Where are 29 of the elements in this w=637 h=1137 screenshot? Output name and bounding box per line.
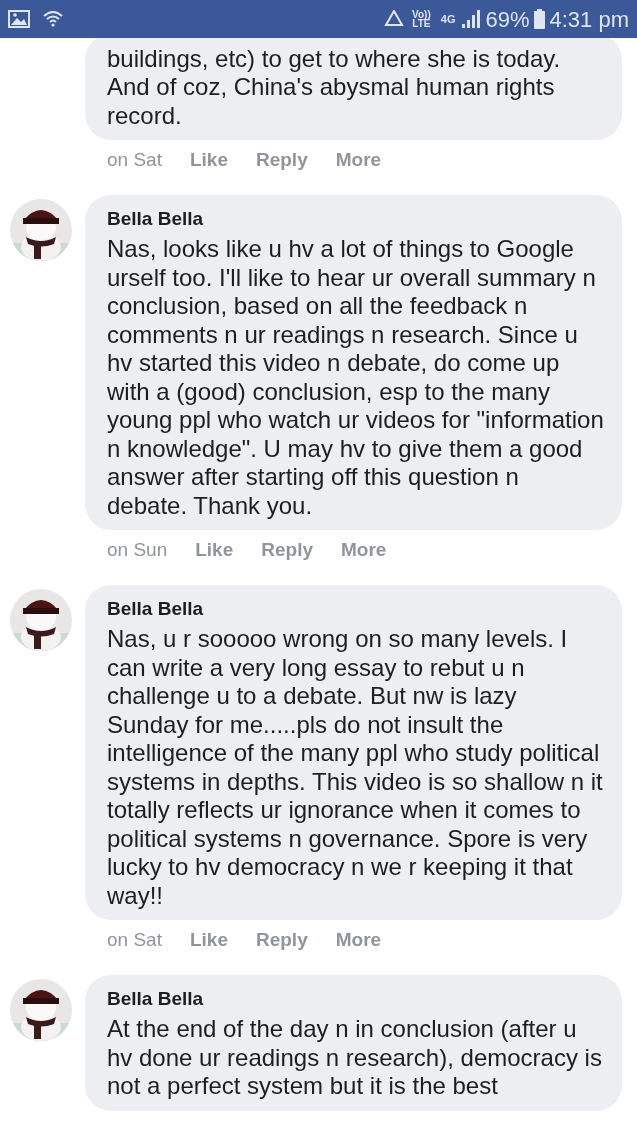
comment-text: And of coz, China's abysmal human rights record.: [107, 73, 556, 130]
network-label: Vo)): [412, 10, 431, 19]
comment-text: Nas, u r sooooo wrong on so many levels. I can write a very long essay to rebut u n challenge u to a debate. But nw is lazy Sunday for me.....pls do not insult the intelligence of the many ppl who study political systems in depths. This video is so shallow n it totally reflects ur ignorance when it comes to political systems n governance. Spore is very lucky to hv democracy n we r keeping it that way!!: [107, 625, 604, 910]
action-link[interactable]: More: [335, 926, 382, 955]
author-name[interactable]: Bella Bella: [107, 984, 604, 1013]
network-label: LTE: [412, 19, 431, 28]
image-icon: [8, 10, 30, 28]
action-link[interactable]: More: [335, 146, 382, 175]
comment-time: on Sun: [107, 538, 168, 562]
comment-text: buildings, etc) to get to where she is today.: [107, 44, 562, 73]
clock: 4:31 pm: [549, 5, 629, 34]
author-name[interactable]: Bella Bella: [107, 204, 604, 233]
author-name[interactable]: Bella Bella: [107, 594, 604, 623]
action-link[interactable]: Like: [189, 926, 228, 955]
signal-icon: [461, 10, 482, 28]
action-link[interactable]: Reply: [261, 536, 313, 565]
action-link[interactable]: Reply: [255, 926, 308, 955]
comment-time: on Sat: [107, 148, 162, 172]
battery-icon: [533, 9, 545, 29]
data-label: 4G: [440, 11, 456, 27]
action-link[interactable]: Like: [195, 536, 234, 565]
action-link[interactable]: Reply: [255, 146, 308, 175]
action-link[interactable]: More: [341, 536, 387, 565]
comment-text: At the end of the day n in conclusion (after u hv done ur readings n research), democracy is not a perfect system but it is the best: [107, 1015, 603, 1101]
battery-percent: 69%: [485, 5, 530, 34]
sync-icon: [384, 10, 405, 28]
comment-time: on Sat: [107, 928, 162, 952]
action-link[interactable]: Like: [189, 146, 228, 175]
comment-text: Nas, looks like u hv a lot of things to Google urself too. I'll like to hear ur overall summary n conclusion, based on all the feedback n comments n ur readings n research. Since u hv started this video n debate, do come up with a (good) conclusion, esp to the many young ppl who watch ur videos for "information n knowledge". U may hv to give them a good answer after starting off this question n debate. Thank you.: [107, 235, 604, 520]
